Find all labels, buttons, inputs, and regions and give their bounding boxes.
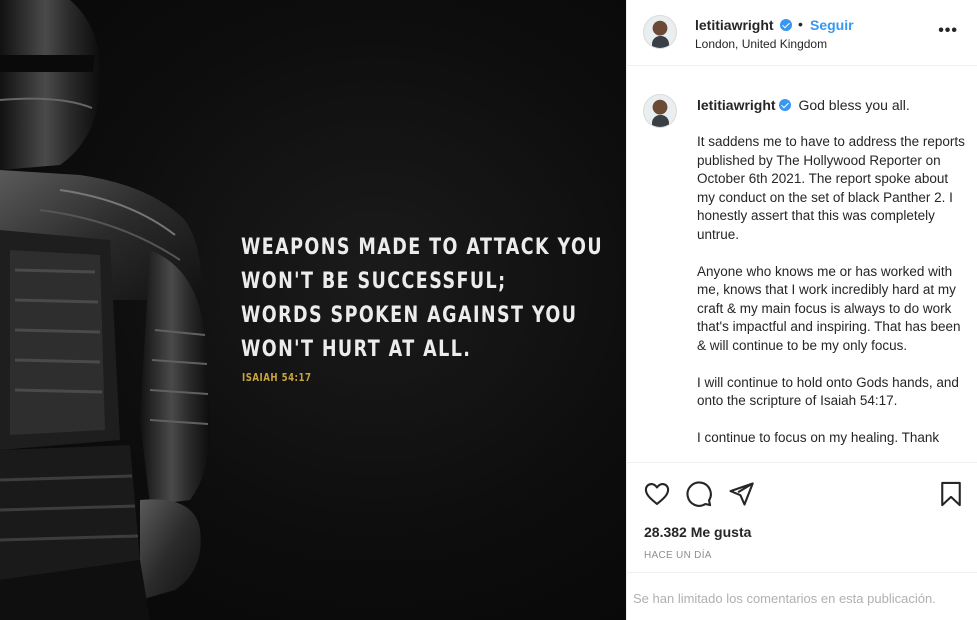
- caption-username[interactable]: letitiawright: [697, 97, 776, 113]
- caption-avatar[interactable]: [643, 94, 677, 128]
- verse-line: WORDS SPOKEN AGAINST YOU: [241, 302, 578, 328]
- more-options-icon[interactable]: •••: [938, 22, 958, 40]
- header-username[interactable]: letitiawright: [695, 17, 774, 33]
- post-timestamp[interactable]: HACE UN DÍA: [644, 550, 712, 561]
- caption-paragraph: I continue to focus on my healing. Thank: [697, 430, 940, 445]
- verified-badge-icon: [778, 99, 791, 111]
- verified-badge-icon: [780, 19, 792, 31]
- verse-line: WON'T HURT AT ALL.: [241, 336, 472, 362]
- location-link[interactable]: London, United Kingdom: [695, 37, 827, 51]
- caption-paragraph: Anyone who knows me or has worked with m…: [697, 263, 961, 353]
- caption-paragraph: It saddens me to have to address the rep…: [697, 134, 965, 242]
- comments-limited-notice: Se han limitado los comentarios en esta …: [627, 572, 977, 620]
- post-sidebar: letitiawright • Seguir London, United Ki…: [626, 0, 977, 620]
- verse-text: WEAPONS MADE TO ATTACK YOU WON'T BE SUCC…: [241, 230, 603, 366]
- avatar[interactable]: [643, 15, 677, 49]
- armor-figure: [0, 0, 211, 620]
- caption-body: It saddens me to have to address the rep…: [697, 133, 969, 462]
- heart-icon[interactable]: [643, 480, 671, 508]
- comment-icon[interactable]: [685, 480, 713, 508]
- caption-header: letitiawright God bless you all.: [697, 97, 910, 113]
- action-bar: [627, 464, 977, 522]
- caption-first-line: God bless you all.: [798, 97, 910, 113]
- verse-reference: ISAIAH 54:17: [242, 372, 312, 384]
- post-image[interactable]: WEAPONS MADE TO ATTACK YOU WON'T BE SUCC…: [0, 0, 626, 620]
- like-count[interactable]: 28.382 Me gusta: [644, 524, 751, 540]
- bookmark-icon[interactable]: [937, 480, 965, 508]
- caption-paragraph: I will continue to hold onto Gods hands,…: [697, 374, 959, 409]
- separator-dot: •: [798, 16, 803, 32]
- follow-button[interactable]: Seguir: [810, 17, 854, 33]
- share-icon[interactable]: [727, 480, 755, 508]
- verse-line: WEAPONS MADE TO ATTACK YOU: [241, 234, 603, 260]
- verse-line: WON'T BE SUCCESSFUL;: [241, 268, 507, 294]
- caption-scroll-area[interactable]: letitiawright God bless you all. It sadd…: [627, 67, 977, 463]
- post-header: letitiawright • Seguir London, United Ki…: [627, 0, 977, 66]
